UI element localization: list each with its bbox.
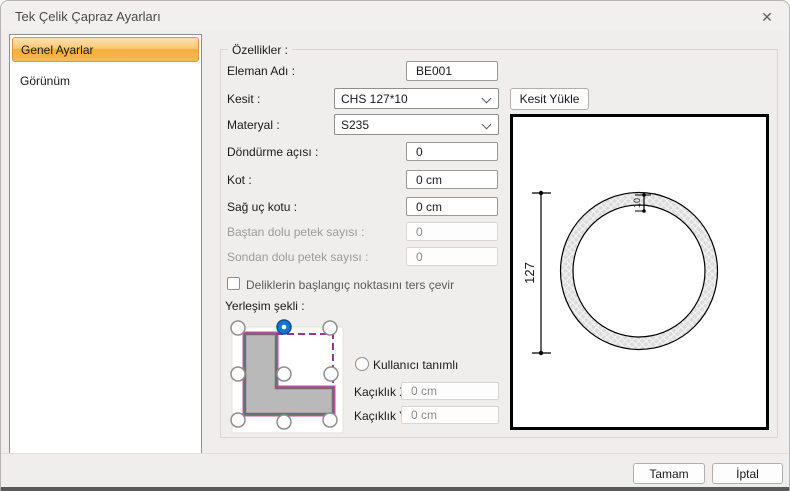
kaciklik-y-input	[401, 406, 499, 424]
materyal-dropdown[interactable]: S235	[334, 114, 499, 135]
chevron-down-icon	[481, 119, 492, 130]
sag-uc-kotu-label: Sağ uç kotu :	[227, 200, 298, 214]
chs-section-drawing: 127 10	[522, 190, 719, 356]
yerlesim-sekli-label: Yerleşim şekli :	[225, 299, 305, 313]
title-bar: Tek Çelik Çapraz Ayarları ✕	[1, 1, 789, 31]
footer-divider	[1, 453, 789, 454]
chs-ring	[560, 192, 718, 350]
dondurme-acisi-input[interactable]	[406, 142, 498, 161]
section-preview-box: 127 10	[510, 114, 769, 430]
iptal-button[interactable]: İptal	[712, 463, 783, 484]
thickness-dim-text: 10	[632, 198, 642, 208]
eleman-adi-input[interactable]	[406, 61, 498, 81]
kot-input[interactable]	[406, 170, 498, 189]
placement-radio-top-left[interactable]	[230, 320, 246, 336]
placement-radio-bottom-right[interactable]	[322, 412, 338, 428]
kesit-selected-value: CHS 127*10	[341, 92, 408, 106]
eleman-adi-label: Eleman Adı :	[227, 64, 296, 78]
ters-cevir-checkbox[interactable]	[227, 277, 240, 290]
kesit-dropdown[interactable]: CHS 127*10	[334, 88, 499, 109]
sondan-petek-input	[406, 247, 498, 266]
placement-radio-bottom-center[interactable]	[276, 414, 292, 430]
materyal-label: Materyal :	[227, 118, 280, 132]
kot-label: Kot :	[227, 173, 252, 187]
kesit-yukle-button[interactable]: Kesit Yükle	[510, 88, 589, 110]
sidebar-item-genel-ayarlar[interactable]: Genel Ayarlar	[12, 37, 199, 62]
dondurme-acisi-label: Döndürme açısı :	[227, 145, 319, 159]
sidebar-item-gorunum[interactable]: Görünüm	[14, 69, 199, 93]
placement-shape-widget	[230, 319, 344, 434]
sag-uc-kotu-input[interactable]	[406, 197, 498, 216]
dialog-tek-celik-capraz-ayarlari: Tek Çelik Çapraz Ayarları ✕ Genel Ayarla…	[0, 0, 790, 491]
bastan-petek-input	[406, 222, 498, 241]
sondan-petek-label: Sondan dolu petek sayısı :	[227, 250, 369, 264]
kullanici-tanimli-radio[interactable]	[355, 357, 369, 371]
placement-radio-center[interactable]	[276, 366, 292, 382]
placement-radio-mid-left[interactable]	[230, 366, 246, 382]
kaciklik-x-input	[401, 382, 499, 400]
bastan-petek-label: Baştan dolu petek sayısı :	[227, 225, 365, 239]
dialog-title: Tek Çelik Çapraz Ayarları	[15, 9, 161, 24]
placement-radio-top-right[interactable]	[322, 320, 338, 336]
kesit-label: Kesit :	[227, 92, 261, 106]
close-icon[interactable]: ✕	[757, 7, 777, 27]
placement-radio-bottom-left[interactable]	[230, 412, 246, 428]
placement-radio-mid-right[interactable]	[323, 366, 339, 382]
settings-category-list: Genel Ayarlar Görünüm	[9, 34, 202, 454]
chevron-down-icon	[481, 93, 492, 104]
ters-cevir-label: Deliklerin başlangıç noktasını ters çevi…	[246, 278, 455, 292]
placement-radio-selected-dot	[281, 324, 287, 330]
tamam-button[interactable]: Tamam	[633, 463, 705, 484]
ozellikler-legend: Özellikler :	[228, 43, 293, 57]
diameter-dim-text: 127	[522, 262, 537, 284]
materyal-selected-value: S235	[341, 118, 370, 132]
kullanici-tanimli-label: Kullanıcı tanımlı	[373, 358, 459, 372]
